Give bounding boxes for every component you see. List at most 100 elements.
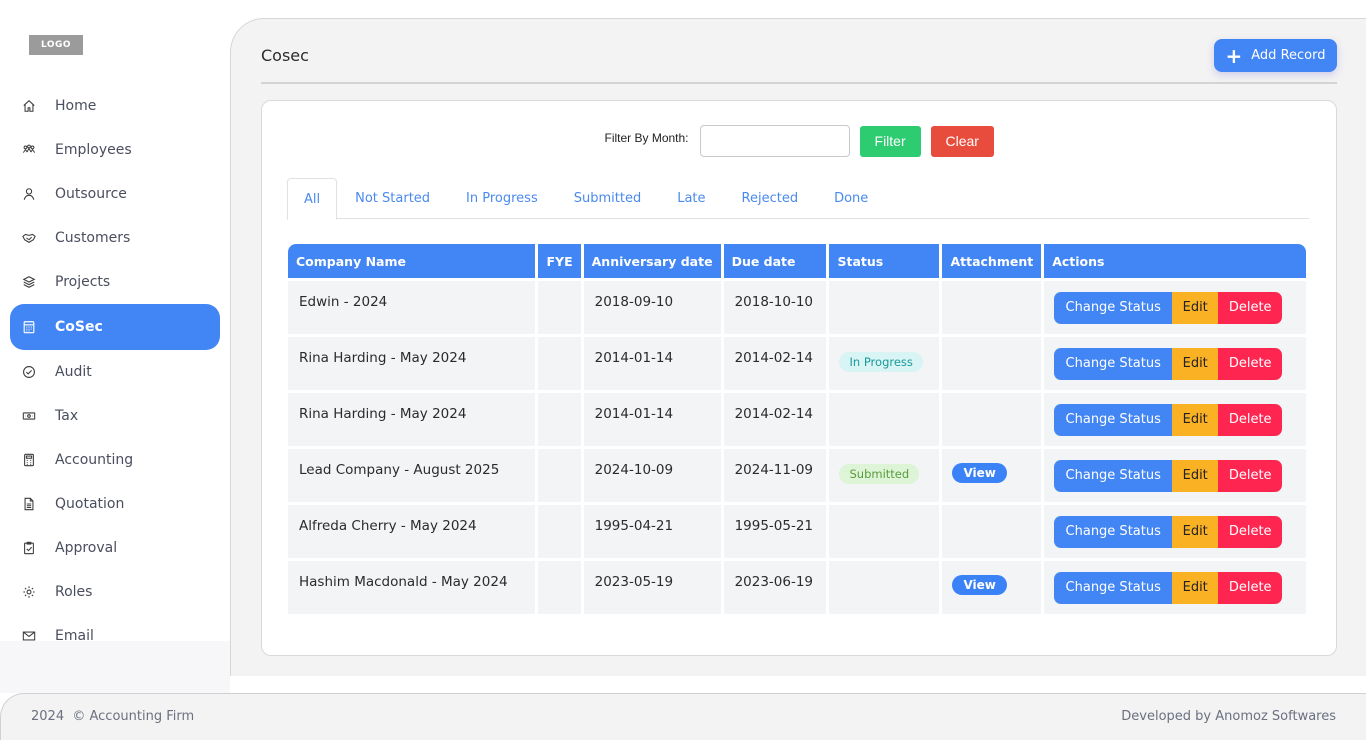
tab-all[interactable]: All [287, 178, 338, 220]
column-header-status[interactable]: Status [829, 244, 940, 278]
column-header-attachment[interactable]: Attachment [942, 244, 1042, 278]
title-divider [261, 82, 1337, 84]
column-header-anniversary[interactable]: Anniversary date [583, 244, 721, 278]
gear-icon [22, 585, 36, 599]
logo[interactable]: LOGO [29, 35, 83, 55]
check-circle-icon [22, 365, 36, 379]
table-row: Lead Company - August 2025 2024-10-09 20… [288, 449, 1306, 502]
delete-button[interactable]: Delete [1218, 459, 1283, 492]
row-actions: Change Status Edit Delete [1054, 459, 1283, 492]
filter-button[interactable]: Filter [859, 125, 921, 157]
actions-cell: Change Status Edit Delete [1044, 505, 1306, 558]
change-status-button[interactable]: Change Status [1054, 459, 1173, 492]
sidebar-item-label: CoSec [55, 319, 103, 335]
delete-button[interactable]: Delete [1218, 347, 1283, 380]
sidebar-item-home[interactable]: Home [10, 84, 220, 128]
view-attachment-button[interactable]: View [952, 463, 1007, 483]
due-cell: 2018-10-10 [723, 281, 827, 334]
mail-icon [22, 629, 36, 641]
sidebar-item-quotation[interactable]: Quotation [10, 482, 220, 526]
sidebar-item-audit[interactable]: Audit [10, 350, 220, 394]
table-row: Rina Harding - May 2024 2014-01-14 2014-… [288, 337, 1306, 390]
actions-cell: Change Status Edit Delete [1044, 281, 1306, 334]
table-header-row: Company Name FYE Anniversary date Due da… [288, 244, 1306, 278]
clipboard-check-icon [22, 541, 36, 555]
change-status-button[interactable]: Change Status [1054, 347, 1173, 380]
filter-label: Filter By Month: [604, 131, 689, 145]
clear-button[interactable]: Clear [930, 125, 994, 157]
due-cell: 2014-02-14 [723, 337, 827, 390]
change-status-button[interactable]: Change Status [1054, 403, 1173, 436]
footer-credit: Developed by Anomoz Softwares [1121, 709, 1336, 724]
edit-button[interactable]: Edit [1172, 515, 1219, 548]
money-icon [22, 409, 36, 423]
fye-cell [538, 393, 581, 446]
edit-button[interactable]: Edit [1172, 403, 1219, 436]
sidebar-item-label: Customers [55, 230, 131, 246]
fye-cell [538, 449, 581, 502]
view-attachment-button[interactable]: View [952, 575, 1007, 595]
sidebar-item-customers[interactable]: Customers [10, 216, 220, 260]
sidebar-item-roles[interactable]: Roles [10, 570, 220, 614]
home-icon [22, 99, 36, 113]
sidebar-item-outsource[interactable]: Outsource [10, 172, 220, 216]
row-actions: Change Status Edit Delete [1054, 291, 1283, 324]
anniversary-cell: 2014-01-14 [583, 393, 721, 446]
main-panel: Cosec + Add Record Filter By Month: Filt… [230, 18, 1366, 676]
change-status-button[interactable]: Change Status [1054, 291, 1173, 324]
actions-cell: Change Status Edit Delete [1044, 393, 1306, 446]
edit-button[interactable]: Edit [1172, 347, 1219, 380]
change-status-button[interactable]: Change Status [1054, 571, 1173, 604]
edit-button[interactable]: Edit [1172, 459, 1219, 492]
sidebar-item-approval[interactable]: Approval [10, 526, 220, 570]
month-filter-input[interactable] [699, 125, 850, 157]
delete-button[interactable]: Delete [1218, 403, 1283, 436]
company-cell: Lead Company - August 2025 [288, 449, 536, 502]
tab-in-progress[interactable]: In Progress [448, 178, 556, 219]
sidebar-item-tax[interactable]: Tax [10, 394, 220, 438]
status-cell [829, 393, 940, 446]
sidebar: LOGO Home Employees Outsource Customers [0, 0, 230, 641]
edit-button[interactable]: Edit [1172, 291, 1219, 324]
tab-submitted[interactable]: Submitted [556, 178, 659, 219]
actions-cell: Change Status Edit Delete [1044, 337, 1306, 390]
table-row: Alfreda Cherry - May 2024 1995-04-21 199… [288, 505, 1306, 558]
delete-button[interactable]: Delete [1218, 291, 1283, 324]
sidebar-item-email[interactable]: Email [10, 614, 220, 641]
tab-rejected[interactable]: Rejected [724, 178, 817, 219]
sidebar-item-accounting[interactable]: Accounting [10, 438, 220, 482]
records-card: Filter By Month: Filter Clear All Not St… [261, 100, 1337, 656]
company-cell: Alfreda Cherry - May 2024 [288, 505, 536, 558]
calculator-icon [22, 453, 36, 467]
column-header-company[interactable]: Company Name [288, 244, 536, 278]
anniversary-cell: 2024-10-09 [583, 449, 721, 502]
sidebar-item-label: Roles [55, 584, 93, 600]
sidebar-bottom [0, 641, 230, 693]
column-header-due[interactable]: Due date [723, 244, 827, 278]
sidebar-item-cosec[interactable]: CoSec [10, 304, 220, 350]
change-status-button[interactable]: Change Status [1054, 515, 1173, 548]
add-record-label: Add Record [1251, 48, 1326, 63]
add-record-button[interactable]: + Add Record [1214, 39, 1337, 72]
column-header-actions[interactable]: Actions [1044, 244, 1306, 278]
sidebar-item-projects[interactable]: Projects [10, 260, 220, 304]
delete-button[interactable]: Delete [1218, 515, 1283, 548]
sidebar-item-label: Tax [55, 408, 79, 424]
tab-done[interactable]: Done [816, 178, 886, 219]
due-cell: 2023-06-19 [723, 561, 827, 614]
column-header-fye[interactable]: FYE [538, 244, 581, 278]
sidebar-item-label: Employees [55, 142, 132, 158]
company-cell: Rina Harding - May 2024 [288, 337, 536, 390]
anniversary-cell: 2014-01-14 [583, 337, 721, 390]
company-cell: Edwin - 2024 [288, 281, 536, 334]
sidebar-nav: Home Employees Outsource Customers Proje… [10, 84, 220, 641]
tab-late[interactable]: Late [659, 178, 723, 219]
sidebar-item-employees[interactable]: Employees [10, 128, 220, 172]
edit-button[interactable]: Edit [1172, 571, 1219, 604]
main-bottom-strip [230, 676, 1366, 693]
tab-not-started[interactable]: Not Started [337, 178, 448, 219]
delete-button[interactable]: Delete [1218, 571, 1283, 604]
table-row: Rina Harding - May 2024 2014-01-14 2014-… [288, 393, 1306, 446]
due-cell: 2024-11-09 [723, 449, 827, 502]
footer-copyright: 2024 © Accounting Firm [31, 709, 195, 724]
